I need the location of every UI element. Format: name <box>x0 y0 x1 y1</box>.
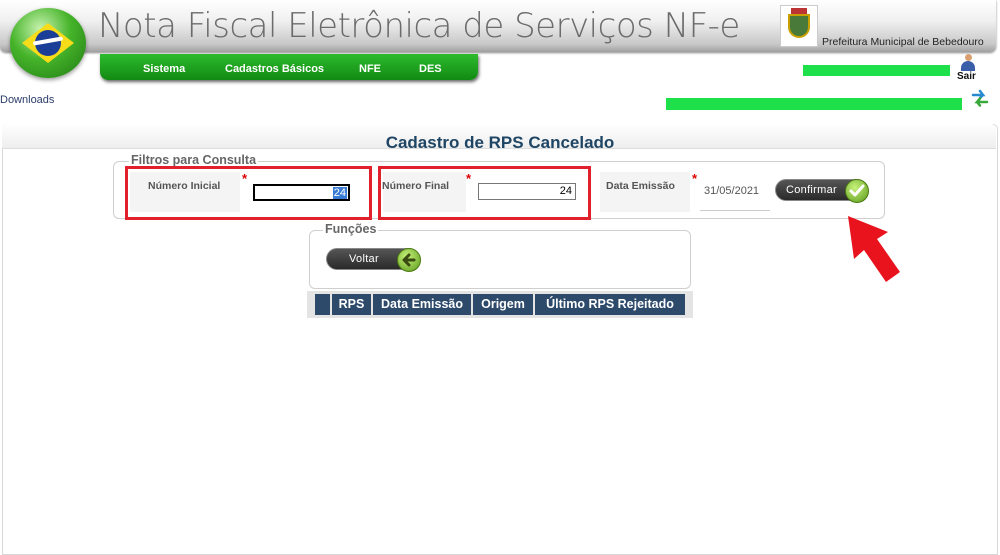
required-mark: * <box>692 171 698 186</box>
coat-of-arms-icon <box>780 5 818 47</box>
user-icon[interactable] <box>960 54 976 72</box>
back-arrow-icon <box>397 248 421 272</box>
confirm-button[interactable]: Confirmar <box>775 179 869 203</box>
redacted-company-name <box>666 98 962 110</box>
menu-item-sistema[interactable]: Sistema <box>143 63 185 75</box>
logout-link[interactable]: Sair <box>957 71 976 82</box>
back-button-label: Voltar <box>349 253 379 265</box>
brazil-flag-logo <box>10 8 86 78</box>
table-header-data-emissao: Data Emissão <box>373 294 471 315</box>
functions-legend: Funções <box>323 222 379 236</box>
redacted-user-name <box>803 65 950 76</box>
table-header-select <box>315 294 330 315</box>
date-underline <box>700 210 770 211</box>
main-menu: Sistema Cadastros Básicos NFE DES <box>100 54 478 80</box>
menu-item-cadastros-basicos[interactable]: Cadastros Básicos <box>225 63 324 75</box>
switch-company-icon[interactable] <box>970 88 990 108</box>
data-emissao-label: Data Emissão <box>606 180 675 192</box>
table-header-ultimo-rps-rejeitado: Último RPS Rejeitado <box>535 294 685 315</box>
menu-item-des[interactable]: DES <box>419 63 442 75</box>
highlight-numero-final <box>378 166 591 220</box>
filters-legend: Filtros para Consulta <box>129 153 259 167</box>
results-table-header: RPS Data Emissão Origem Último RPS Rejei… <box>307 291 693 318</box>
menu-item-nfe[interactable]: NFE <box>359 63 381 75</box>
app-title: Nota Fiscal Eletrônica de Serviços NF-e <box>98 6 740 46</box>
confirm-button-label: Confirmar <box>786 184 837 196</box>
downloads-link[interactable]: Downloads <box>0 94 54 106</box>
data-emissao-value: 31/05/2021 <box>704 185 760 197</box>
data-emissao-label-cell <box>600 172 690 212</box>
table-header-origem: Origem <box>473 294 533 315</box>
municipality-name: Prefeitura Municipal de Bebedouro <box>822 36 984 48</box>
back-button[interactable]: Voltar <box>326 248 421 272</box>
highlight-numero-inicial <box>125 166 372 220</box>
red-arrow-annotation <box>842 212 904 291</box>
checkmark-icon <box>845 179 869 203</box>
page-title: Cadastro de RPS Cancelado <box>385 133 615 152</box>
table-header-rps: RPS <box>332 294 371 315</box>
